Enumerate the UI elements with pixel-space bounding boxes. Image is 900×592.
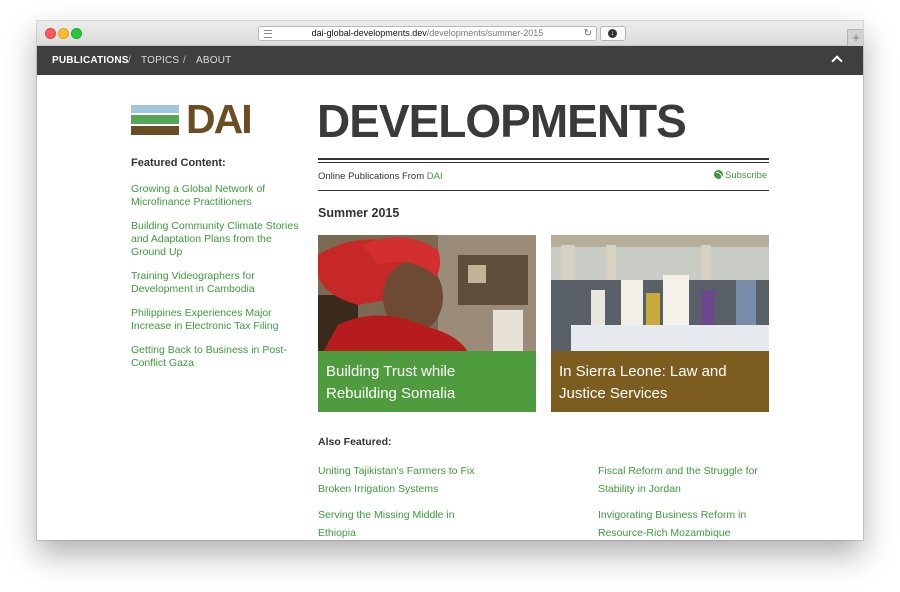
nav-separator: / <box>128 55 131 66</box>
download-arrow-icon: ↓ <box>608 29 617 38</box>
tagline-prefix: Online Publications From <box>318 171 427 182</box>
subscribe-label: Subscribe <box>725 170 768 181</box>
nav-topics[interactable]: TOPICS <box>141 46 179 75</box>
new-tab-button[interactable]: + <box>847 29 863 46</box>
card-caption: Building Trust while Rebuilding Somalia <box>318 351 536 412</box>
card-title: In Sierra Leone: Law and Justice Service… <box>559 363 727 402</box>
featured-link[interactable]: Philippines Experiences Major Increase i… <box>131 307 301 333</box>
header-rule <box>318 158 769 160</box>
reader-menu-icon[interactable] <box>264 30 272 38</box>
site-nav: PUBLICATIONS / TOPICS / ABOUT <box>37 46 863 75</box>
rss-icon <box>714 170 723 179</box>
title-bar: dai-global-developments.dev/developments… <box>37 21 863 46</box>
featured-link[interactable]: Growing a Global Network of Microfinance… <box>131 183 301 209</box>
url-path: /developments/summer-2015 <box>426 28 544 38</box>
photo-somalia <box>318 235 536 352</box>
feature-card-sierra-leone[interactable]: In Sierra Leone: Law and Justice Service… <box>551 235 769 412</box>
scroll-up-icon[interactable] <box>831 55 843 67</box>
zoom-window-button[interactable] <box>71 28 82 39</box>
tagline-brand-link[interactable]: DAI <box>427 171 443 182</box>
logo-stripe-green <box>131 115 179 124</box>
page-title: DEVELOPMENTS <box>317 95 687 147</box>
tagline: Online Publications From DAI <box>318 171 443 182</box>
dai-logo[interactable]: DAI <box>131 97 261 141</box>
also-featured-link[interactable]: Uniting Tajikistan's Farmers to Fix Brok… <box>318 462 493 498</box>
logo-stripe-blue <box>131 105 179 113</box>
featured-link[interactable]: Training Videographers for Development i… <box>131 270 301 296</box>
logo-stripe-brown <box>131 126 179 135</box>
nav-about[interactable]: ABOUT <box>196 46 231 75</box>
featured-content-label: Featured Content: <box>131 157 226 169</box>
header-rule <box>318 190 769 191</box>
minimize-window-button[interactable] <box>58 28 69 39</box>
featured-link[interactable]: Getting Back to Business in Post-Conflic… <box>131 344 301 370</box>
downloads-button[interactable]: ↓ <box>600 26 626 41</box>
also-featured-link[interactable]: Serving the Missing Middle in Ethiopia <box>318 506 493 540</box>
nav-publications[interactable]: PUBLICATIONS <box>52 46 129 75</box>
browser-window: dai-global-developments.dev/developments… <box>37 21 863 540</box>
close-window-button[interactable] <box>45 28 56 39</box>
header-rule <box>318 162 769 163</box>
reload-icon[interactable]: ↻ <box>584 27 592 40</box>
card-title: Building Trust while Rebuilding Somalia <box>326 363 456 402</box>
card-caption: In Sierra Leone: Law and Justice Service… <box>551 351 769 412</box>
feature-card-somalia[interactable]: Building Trust while Rebuilding Somalia <box>318 235 536 412</box>
also-featured-link[interactable]: Fiscal Reform and the Struggle for Stabi… <box>598 462 773 498</box>
nav-separator: / <box>183 55 186 66</box>
subscribe-link[interactable]: Subscribe <box>714 170 767 181</box>
also-featured-link[interactable]: Invigorating Business Reform in Resource… <box>598 506 773 540</box>
address-bar[interactable]: dai-global-developments.dev/developments… <box>258 26 597 41</box>
logo-text: DAI <box>186 96 253 142</box>
photo-sierra-leone <box>551 235 769 352</box>
also-featured-label: Also Featured: <box>318 436 392 448</box>
issue-title: Summer 2015 <box>318 206 400 220</box>
url-host: dai-global-developments.dev <box>311 28 427 38</box>
featured-link[interactable]: Building Community Climate Stories and A… <box>131 220 301 259</box>
